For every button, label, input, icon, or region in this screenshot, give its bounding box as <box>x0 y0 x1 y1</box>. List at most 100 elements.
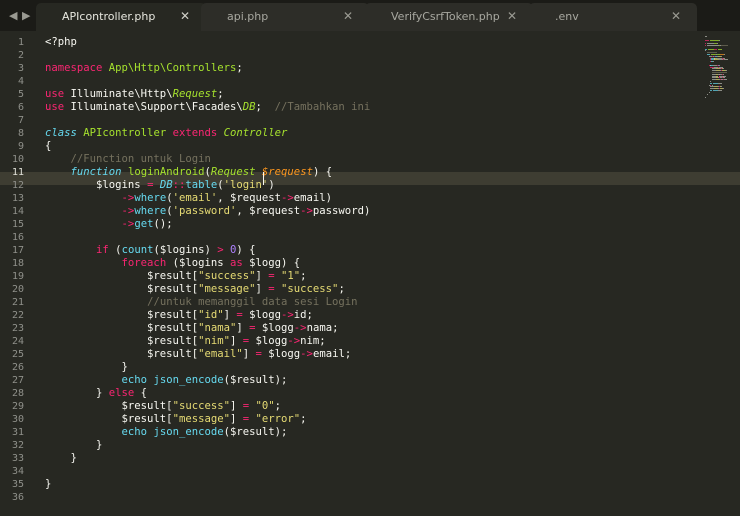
code-token: , $request <box>236 205 301 217</box>
code-token: Request <box>172 88 218 100</box>
code-line[interactable]: //Function untuk Login <box>45 153 211 166</box>
line-number: 30 <box>11 414 24 425</box>
code-line[interactable]: if (count($logins) > 0) { <box>45 244 256 257</box>
minimap-mark <box>723 59 728 61</box>
code-token: get <box>134 218 154 230</box>
code-line[interactable]: $logins = DB::table('login') <box>45 179 275 192</box>
code-line[interactable]: $result["message"] = "error"; <box>45 413 307 426</box>
code-line[interactable]: echo json_encode($result); <box>45 374 288 387</box>
code-token: -> <box>121 205 135 217</box>
code-line[interactable]: $result["nim"] = $logg->nim; <box>45 335 326 348</box>
code-token: $result[ <box>45 309 199 321</box>
code-token: namespace <box>45 62 103 74</box>
close-tab-icon[interactable]: ✕ <box>507 9 517 23</box>
code-line[interactable]: ->where('email', $request->email) <box>45 192 333 205</box>
tab-apicontroller-php[interactable]: APIcontroller.php ✕ <box>36 3 206 31</box>
close-tab-icon[interactable]: ✕ <box>180 9 190 23</box>
code-token: extends <box>172 127 218 139</box>
code-line[interactable]: use Illuminate\Http\Request; <box>45 88 224 101</box>
code-token: ) { <box>236 244 256 256</box>
code-line[interactable]: { <box>45 140 51 153</box>
code-token: "nama" <box>198 322 237 334</box>
code-token: $logg <box>261 348 301 360</box>
code-token: where <box>134 205 167 217</box>
code-line[interactable]: } <box>45 439 102 452</box>
minimap-mark <box>706 93 708 95</box>
code-token: :: <box>172 179 186 191</box>
code-token: "error" <box>255 413 301 425</box>
code-token: else <box>108 387 135 399</box>
code-token: echo <box>121 426 148 438</box>
code-token: } <box>45 361 128 373</box>
tab-env[interactable]: .env ✕ <box>529 3 697 31</box>
line-number: 33 <box>11 453 24 464</box>
line-number: 10 <box>11 154 24 165</box>
code-token: "success" <box>281 283 339 295</box>
code-line[interactable]: class APIcontroller extends Controller <box>45 127 287 140</box>
code-token: //Function untuk Login <box>70 153 211 165</box>
line-number: 23 <box>11 323 24 334</box>
code-line[interactable]: $result["message"] = "success"; <box>45 283 345 296</box>
code-line[interactable]: $result["nama"] = $logg->nama; <box>45 322 338 335</box>
line-number: 9 <box>17 141 24 152</box>
code-token: } <box>45 452 77 464</box>
code-line[interactable]: function loginAndroid(Request $request) … <box>45 166 333 179</box>
code-token: table <box>185 179 218 191</box>
scroll-tabs-left-icon[interactable]: ◀ <box>9 9 17 22</box>
code-token: (); <box>153 218 173 230</box>
code-token: $result[ <box>45 283 199 295</box>
line-number: 24 <box>11 336 24 347</box>
tab-label: .env <box>555 10 579 23</box>
line-number: 26 <box>11 362 24 373</box>
code-token: ; <box>217 88 224 100</box>
line-number: 34 <box>11 466 24 477</box>
line-number: 36 <box>11 492 24 503</box>
minimap-mark <box>708 91 710 93</box>
scroll-tabs-right-icon[interactable]: ▶ <box>22 9 30 22</box>
code-line[interactable]: } else { <box>45 387 147 400</box>
close-tab-icon[interactable]: ✕ <box>671 9 681 23</box>
tab-api-php[interactable]: api.php ✕ <box>201 3 369 31</box>
line-number: 1 <box>17 37 24 48</box>
code-token: foreach <box>121 257 167 269</box>
code-line[interactable]: foreach ($logins as $logg) { <box>45 257 301 270</box>
minimap-mark <box>723 88 724 90</box>
code-token: as <box>229 257 243 269</box>
line-number: 29 <box>11 401 24 412</box>
code-token: -> <box>281 309 294 321</box>
code-token: -> <box>281 192 294 204</box>
code-token: $result[ <box>45 270 199 282</box>
code-token: id; <box>293 309 313 321</box>
tab-verifycsrftoken-php[interactable]: VerifyCsrfToken.php ✕ <box>365 3 533 31</box>
line-number: 7 <box>17 115 24 126</box>
code-line[interactable]: } <box>45 452 77 465</box>
line-number: 15 <box>11 219 24 230</box>
code-line[interactable]: ->where('password', $request->password) <box>45 205 371 218</box>
line-number: 11 <box>11 167 24 178</box>
tab-bar: ◀ ▶ APIcontroller.php ✕ api.php ✕ Verify… <box>0 0 740 31</box>
close-tab-icon[interactable]: ✕ <box>343 9 353 23</box>
code-token: echo <box>121 374 148 386</box>
code-line[interactable]: //untuk memanggil data sesi Login <box>45 296 357 309</box>
code-line[interactable]: $result["success"] = "1"; <box>45 270 307 283</box>
code-line[interactable]: } <box>45 478 51 491</box>
code-token: "nim" <box>198 335 230 347</box>
code-token: nama; <box>306 322 339 334</box>
line-number: 4 <box>17 76 24 87</box>
code-token: Illuminate\Http\ <box>64 88 173 100</box>
code-line[interactable]: ->get(); <box>45 218 173 231</box>
code-line[interactable]: <?php <box>45 36 77 49</box>
minimap[interactable] <box>705 31 740 101</box>
code-line[interactable]: $result["id"] = $logg->id; <box>45 309 313 322</box>
code-line[interactable]: $result["success"] = "0"; <box>45 400 282 413</box>
code-line[interactable]: use Illuminate\Support\Facades\DB; //Tam… <box>45 101 370 114</box>
code-line[interactable]: } <box>45 361 128 374</box>
code-line[interactable]: namespace App\Http\Controllers; <box>45 62 243 75</box>
code-token: 'login' <box>223 179 269 191</box>
code-token: email; <box>312 348 352 360</box>
code-line[interactable]: echo json_encode($result); <box>45 426 288 439</box>
code-line[interactable]: $result["email"] = $logg->email; <box>45 348 351 361</box>
